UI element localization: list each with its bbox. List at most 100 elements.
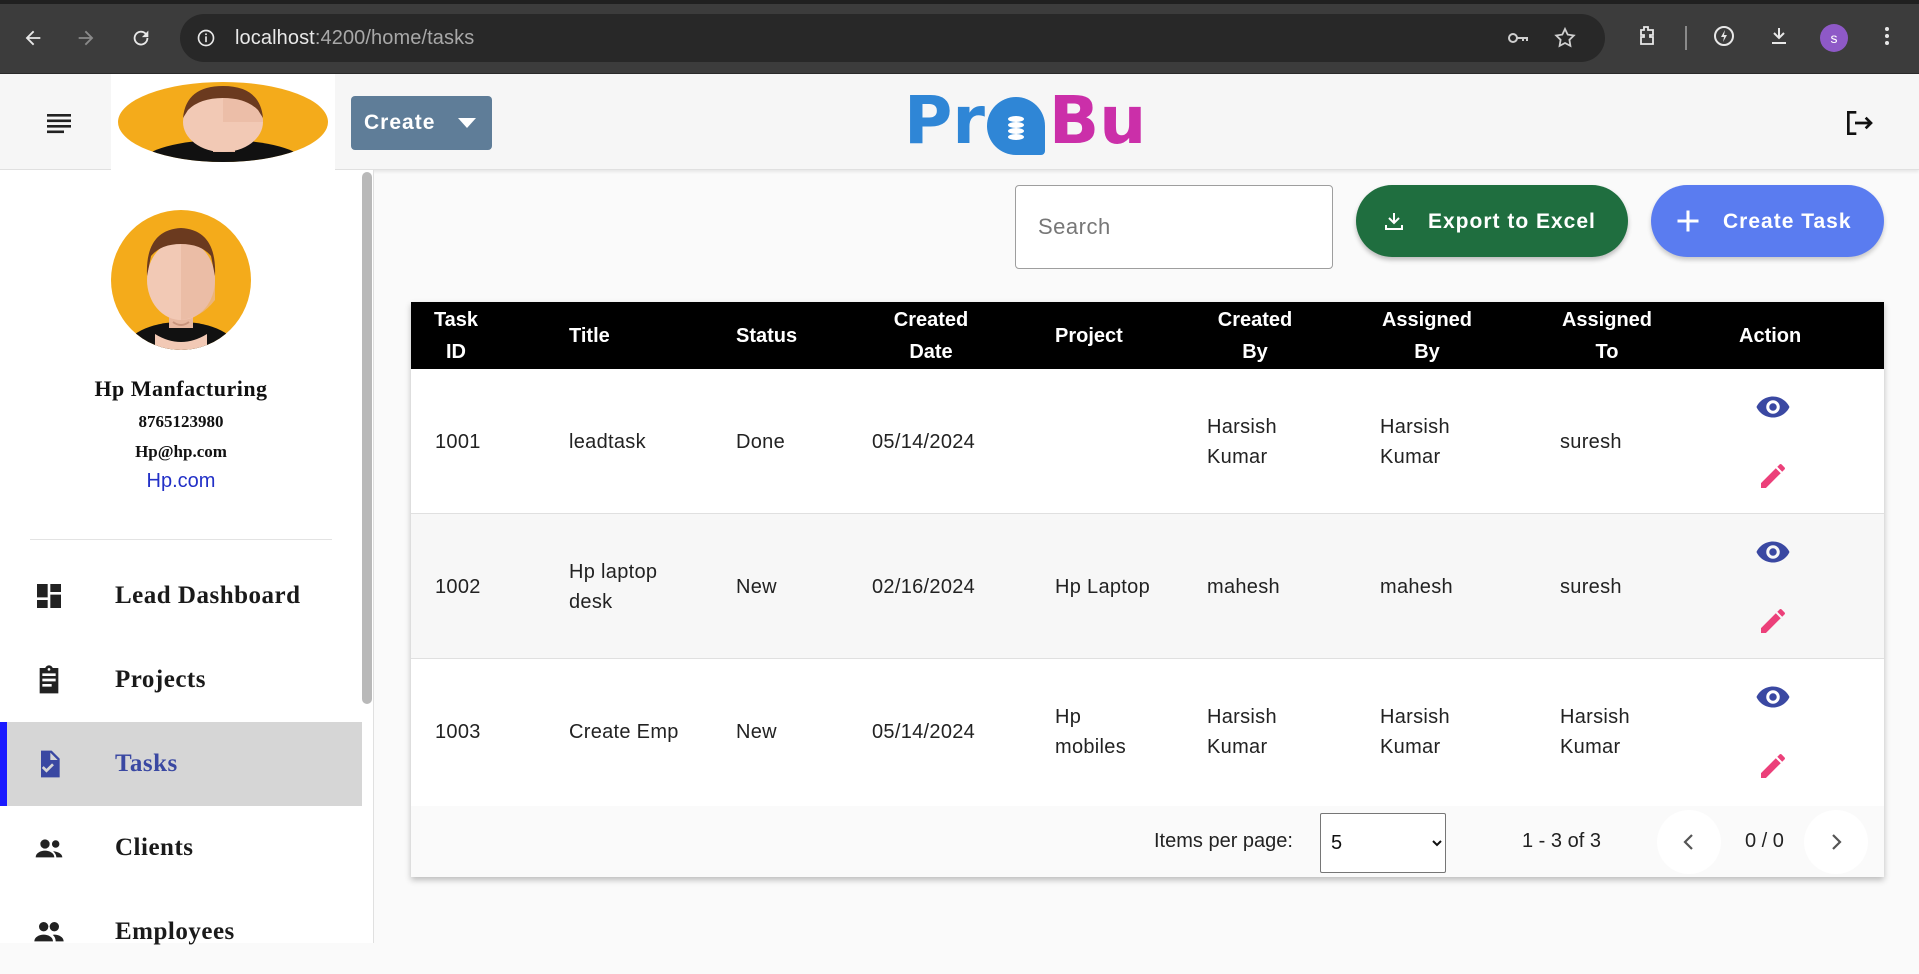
items-per-page-select[interactable]: 5 <box>1320 813 1446 873</box>
password-key-icon[interactable] <box>1506 26 1530 50</box>
edit-pencil-icon[interactable] <box>1757 605 1789 637</box>
cell-status: New <box>736 720 777 743</box>
download-icon[interactable] <box>1765 22 1793 50</box>
cell-title: leadtask <box>569 430 646 453</box>
table-header: Task ID Title Status Created Date Project … <box>411 302 1884 369</box>
browser-menu-icon[interactable] <box>1873 22 1901 50</box>
header-action: Action <box>1739 324 1802 347</box>
chevron-left-icon <box>1683 834 1693 850</box>
cell-created-date: 02/16/2024 <box>872 575 976 598</box>
header-task-id[interactable]: Task ID <box>431 302 481 369</box>
export-excel-button[interactable]: Export to Excel <box>1356 185 1628 257</box>
search-input[interactable] <box>1038 212 1318 242</box>
sidebar-scrollbar[interactable] <box>362 172 372 704</box>
company-phone: 8765123980 <box>138 412 224 431</box>
paginator: Items per page: 5 1 - 3 of 3 0 / 0 <box>411 806 1884 877</box>
table-row: 1002 Hp laptop desk New 02/16/2024 Hp La… <box>411 514 1884 659</box>
cell-assigned-to: suresh <box>1560 575 1622 598</box>
task-icon <box>41 750 60 778</box>
sidebar-item-lead-dashboard[interactable]: Lead Dashboard <box>0 554 362 638</box>
company-logo <box>111 74 335 170</box>
dashboard-icon <box>37 584 61 608</box>
cell-created-by: mahesh <box>1207 575 1280 598</box>
cell-assigned-by: Harsish Kumar <box>1380 705 1450 758</box>
toolbar-divider <box>1685 26 1687 50</box>
sidebar-item-clients[interactable]: Clients <box>0 806 362 890</box>
performance-icon[interactable] <box>1710 22 1738 50</box>
app-header: Create Pr Bu <box>0 74 1919 170</box>
view-eye-icon[interactable] <box>1755 389 1791 425</box>
header-assigned-by[interactable]: Assigned By <box>1377 302 1477 369</box>
download-icon <box>1385 213 1403 230</box>
sidebar: Hp Manfacturing 8765123980 Hp@hp.com Hp.… <box>0 170 374 945</box>
address-bar[interactable]: localhost:4200/home/tasks <box>180 14 1605 62</box>
header-created-by[interactable]: Created By <box>1205 302 1305 369</box>
bookmark-star-icon[interactable] <box>1553 26 1577 50</box>
header-created-date[interactable]: Created Date <box>881 302 981 369</box>
tab-strip <box>0 0 1919 4</box>
cell-created-date: 05/14/2024 <box>872 430 976 453</box>
header-title[interactable]: Title <box>569 302 610 369</box>
cell-task-id: 1002 <box>435 575 481 598</box>
employees-icon <box>34 922 64 942</box>
cell-title: Create Emp <box>569 720 679 743</box>
sidebar-divider <box>30 539 332 540</box>
cell-created-by: Harsish Kumar <box>1207 705 1277 758</box>
edit-pencil-icon[interactable] <box>1757 460 1789 492</box>
page-range-label: 1 - 3 of 3 <box>1522 830 1601 852</box>
view-eye-icon[interactable] <box>1755 679 1791 715</box>
header-status[interactable]: Status <box>736 302 797 369</box>
create-dropdown-button[interactable]: Create <box>351 96 492 150</box>
tasks-table: Task ID Title Status Created Date Project … <box>411 302 1884 877</box>
sidebar-item-label: Employees <box>115 918 235 945</box>
cell-created-by: Harsish Kumar <box>1207 415 1277 468</box>
logout-icon[interactable] <box>1843 107 1875 139</box>
url-text: localhost:4200/home/tasks <box>235 27 475 49</box>
brand-left-text: Pr <box>904 82 985 159</box>
menu-icon[interactable] <box>44 108 74 136</box>
avatar <box>111 210 251 350</box>
cell-project <box>1055 369 1175 514</box>
forward-icon[interactable] <box>70 22 102 54</box>
site-info-icon[interactable] <box>196 28 216 48</box>
sidebar-item-label: Tasks <box>115 750 178 777</box>
chevron-right-icon <box>1832 834 1842 850</box>
header-assigned-to[interactable]: Assigned To <box>1557 302 1657 369</box>
export-label: Export to Excel <box>1428 210 1596 233</box>
company-website-link[interactable]: Hp.com <box>0 470 362 493</box>
page-indicator: 0 / 0 <box>1745 830 1784 852</box>
table-row: 1001 leadtask Done 05/14/2024 Harsish Ku… <box>411 369 1884 514</box>
sidebar-item-label: Lead Dashboard <box>115 582 301 609</box>
cell-assigned-by: mahesh <box>1380 575 1453 598</box>
extensions-icon[interactable] <box>1633 22 1661 50</box>
create-task-label: Create Task <box>1723 210 1852 233</box>
header-project[interactable]: Project <box>1055 302 1123 369</box>
plus-icon <box>1677 210 1699 232</box>
reload-icon[interactable] <box>125 22 157 54</box>
cell-assigned-by: Harsish Kumar <box>1380 415 1450 468</box>
cell-status: New <box>736 575 777 598</box>
company-email: Hp@hp.com <box>135 442 227 461</box>
sidebar-item-projects[interactable]: Projects <box>0 638 362 722</box>
view-eye-icon[interactable] <box>1755 534 1791 570</box>
profile-avatar[interactable]: s <box>1820 24 1848 52</box>
edit-pencil-icon[interactable] <box>1757 750 1789 782</box>
sidebar-item-tasks[interactable]: Tasks <box>0 722 362 806</box>
items-per-page-label: Items per page: <box>1154 830 1293 852</box>
sidebar-item-label: Projects <box>115 666 206 693</box>
caret-down-icon <box>458 118 476 128</box>
browser-toolbar: localhost:4200/home/tasks s <box>0 0 1919 74</box>
cell-task-id: 1003 <box>435 720 481 743</box>
back-icon[interactable] <box>17 22 49 54</box>
search-field[interactable] <box>1015 185 1333 269</box>
brand-right-text: Bu <box>1048 82 1147 159</box>
clipboard-icon <box>39 665 59 694</box>
table-row: 1003 Create Emp New 05/14/2024 Hp mobile… <box>411 659 1884 804</box>
previous-page-button[interactable] <box>1657 810 1721 874</box>
sidebar-item-employees[interactable]: Employees <box>0 890 362 974</box>
clients-icon <box>35 839 63 858</box>
next-page-button[interactable] <box>1804 810 1868 874</box>
cell-assigned-to: Harsish Kumar <box>1560 705 1630 758</box>
cell-project: Hp Laptop <box>1055 575 1150 598</box>
create-task-button[interactable]: Create Task <box>1651 185 1884 257</box>
